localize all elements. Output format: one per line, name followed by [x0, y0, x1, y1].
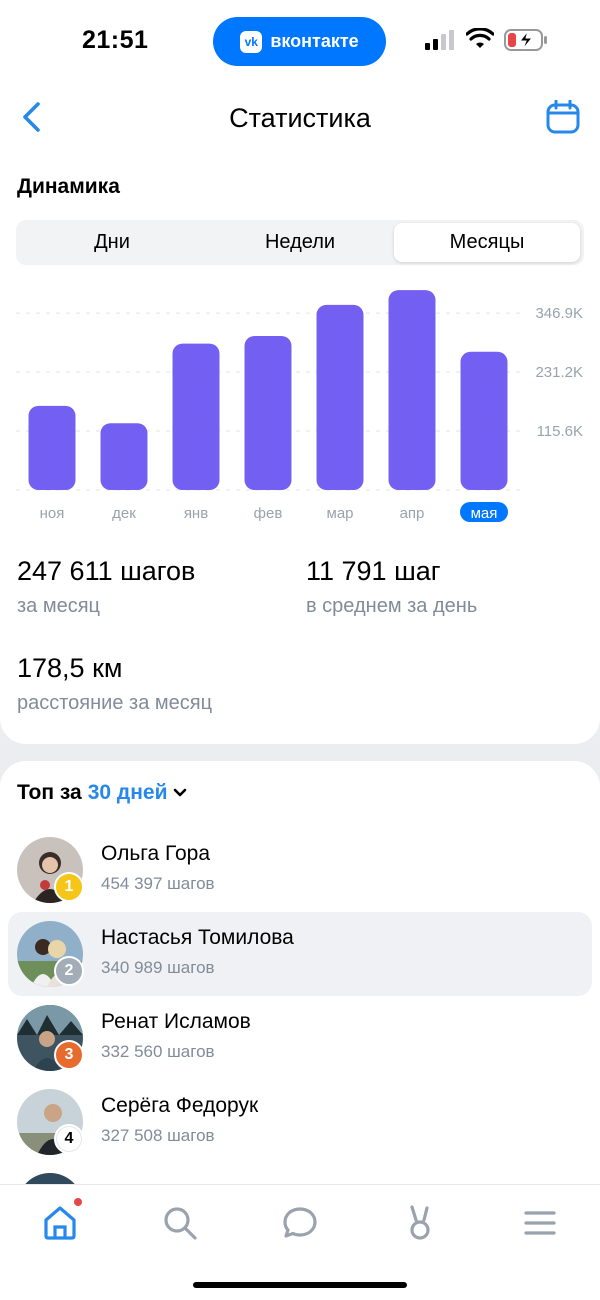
rank-badge: 2	[54, 956, 84, 986]
row-name: Настасья Томилова	[101, 926, 294, 949]
status-bar: 21:51 vk вконтакте	[0, 0, 600, 80]
vk-logo-icon: vk	[240, 30, 263, 53]
vk-app-pill[interactable]: vk вконтакте	[213, 17, 386, 66]
chevron-down-icon[interactable]	[172, 787, 188, 799]
top-card: Топ за 30 дней 1 Ольга Гора 454 397 шаго…	[0, 761, 600, 1239]
search-icon[interactable]	[160, 1203, 200, 1243]
dynamics-card: Динамика Дни Недели Месяцы 346.9K 231.2K 1…	[0, 156, 600, 744]
status-time: 21:51	[82, 26, 149, 54]
wifi-icon	[466, 28, 494, 48]
home-icon[interactable]	[40, 1203, 80, 1243]
menu-icon[interactable]	[520, 1203, 560, 1243]
chart-bar[interactable]	[316, 304, 364, 490]
y-tick-label: 115.6K	[537, 423, 583, 440]
dynamics-title: Динамика	[17, 175, 120, 198]
messages-icon[interactable]	[280, 1203, 320, 1243]
calendar-icon[interactable]	[546, 100, 580, 134]
month-steps-value: 247 611 шагов	[17, 556, 196, 586]
x-tick-label[interactable]: фев	[254, 505, 283, 522]
row-steps: 332 560 шагов	[101, 1042, 215, 1061]
notification-dot	[74, 1198, 82, 1206]
row-name: Ренат Исламов	[101, 1010, 251, 1033]
row-steps: 454 397 шагов	[101, 874, 215, 893]
avg-steps-label: в среднем за день	[306, 595, 478, 617]
top-period-selector[interactable]: 30 дней	[88, 781, 168, 805]
battery-low-charging-icon	[504, 29, 547, 51]
rank-badge: 1	[54, 872, 84, 902]
home-indicator	[193, 1282, 407, 1288]
page-title: Статистика	[229, 103, 371, 133]
leaderboard-row[interactable]: 4 Серёга Федорук 327 508 шагов	[8, 1080, 592, 1164]
chart-bar[interactable]	[100, 423, 148, 490]
row-name: Серёга Федорук	[101, 1094, 259, 1117]
row-steps: 327 508 шагов	[101, 1126, 215, 1145]
leaderboard-row[interactable]: 1 Ольга Гора 454 397 шагов	[8, 828, 592, 912]
chart-bar[interactable]	[244, 335, 292, 490]
x-tick-label[interactable]: янв	[184, 505, 208, 522]
x-tick-label[interactable]: дек	[112, 505, 136, 522]
x-tick-label[interactable]: апр	[400, 505, 425, 522]
avg-steps-value: 11 791 шаг	[306, 556, 441, 586]
segment-weeks[interactable]: Недели	[207, 223, 393, 262]
segment-days[interactable]: Дни	[19, 223, 205, 262]
y-tick-label: 346.9K	[535, 305, 583, 322]
distance-stat: 178,5 км расстояние за месяц	[17, 653, 212, 715]
chart-bar[interactable]	[460, 351, 508, 490]
top-title: Топ за 30 дней	[17, 781, 188, 805]
period-segmented-control: Дни Недели Месяцы	[16, 220, 584, 265]
row-name: Ольга Гора	[101, 842, 211, 865]
month-steps-label: за месяц	[17, 595, 101, 617]
x-tick-label[interactable]: мая	[471, 505, 498, 522]
rank-badge: 4	[54, 1124, 84, 1154]
navigation-bar: Статистика	[0, 80, 600, 156]
clips-icon[interactable]	[400, 1203, 440, 1243]
x-tick-label[interactable]: мар	[327, 505, 354, 522]
month-steps-stat: 247 611 шагов за месяц	[17, 556, 195, 618]
x-tick-label[interactable]: ноя	[40, 505, 65, 522]
leaderboard-row[interactable]: 3 Ренат Исламов 332 560 шагов	[8, 996, 592, 1080]
distance-value: 178,5 км	[17, 653, 123, 683]
cellular-signal-icon	[425, 30, 454, 50]
distance-label: расстояние за месяц	[17, 692, 213, 714]
chart-bar[interactable]	[172, 343, 220, 490]
monthly-steps-chart: 346.9K 231.2K 115.6K ноя дек янв фев мар апр мая	[16, 290, 583, 522]
chart-bar[interactable]	[28, 405, 76, 490]
top-title-label: Топ за	[17, 781, 82, 804]
chart-bar[interactable]	[388, 290, 436, 490]
bottom-tab-bar	[0, 1184, 600, 1300]
rank-badge: 3	[54, 1040, 84, 1070]
vk-pill-label: вконтакте	[270, 31, 359, 51]
row-steps: 340 989 шагов	[101, 958, 215, 977]
segment-months[interactable]: Месяцы	[394, 223, 580, 262]
leaderboard-row[interactable]: 2 Настасья Томилова 340 989 шагов	[8, 912, 592, 996]
avg-steps-stat: 11 791 шаг в среднем за день	[306, 556, 477, 618]
y-tick-label: 231.2K	[535, 364, 583, 381]
